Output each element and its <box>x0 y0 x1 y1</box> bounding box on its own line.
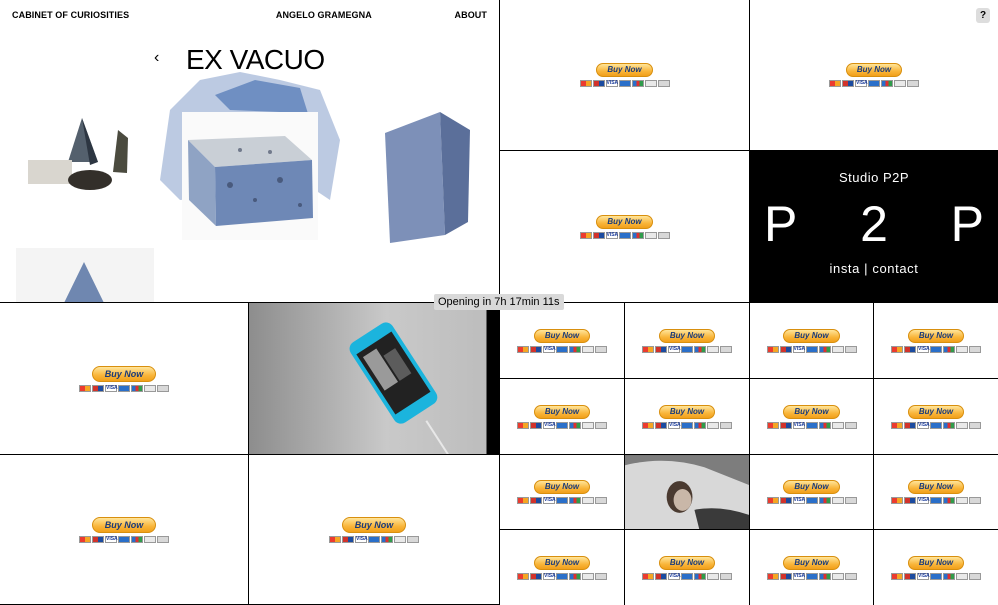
buy-now-button[interactable]: Buy Now <box>766 555 857 580</box>
p2p-logo: P2P <box>764 196 984 252</box>
product-tile: Buy Now <box>500 455 625 530</box>
buy-now-button[interactable]: Buy Now <box>579 63 670 87</box>
payment-cards-icon <box>891 421 981 429</box>
buy-now-button[interactable]: Buy Now <box>642 404 732 429</box>
buy-now-button[interactable]: Buy Now <box>766 328 857 353</box>
portrait-image <box>625 455 749 529</box>
buy-now-button[interactable]: Buy Now <box>642 555 732 580</box>
product-tile: Buy Now <box>750 379 874 455</box>
product-images[interactable] <box>0 0 500 303</box>
product-tile: ? Buy Now <box>750 0 998 151</box>
studio-links[interactable]: insta | contact <box>830 261 919 276</box>
buy-now-button[interactable]: Buy Now <box>79 365 169 392</box>
payment-cards-icon <box>891 572 981 580</box>
buy-now-button[interactable]: Buy Now <box>891 404 981 429</box>
product-tile: Buy Now <box>874 379 998 455</box>
phone-image <box>349 321 450 454</box>
buy-now-button[interactable]: Buy Now <box>891 480 981 504</box>
payment-cards-icon <box>766 345 857 353</box>
payment-cards-icon <box>79 384 169 392</box>
buy-now-button[interactable]: Buy Now <box>517 555 607 580</box>
payment-cards-icon <box>891 497 981 504</box>
help-button[interactable]: ? <box>976 8 990 23</box>
product-tile: Buy Now <box>0 303 249 455</box>
buy-now-button[interactable]: Buy Now <box>517 328 607 353</box>
payment-cards-icon <box>329 535 419 543</box>
product-tile: Buy Now <box>750 303 874 379</box>
buy-now-button[interactable]: Buy Now <box>642 328 732 353</box>
product-tile: Buy Now <box>0 455 249 605</box>
page-grid: CABINET OF CURIOSITIES ANGELO GRAMEGNA A… <box>0 0 998 605</box>
product-tile: Buy Now <box>625 530 750 605</box>
payment-cards-icon <box>517 497 607 504</box>
project-panel-ex-vacuo: CABINET OF CURIOSITIES ANGELO GRAMEGNA A… <box>0 0 500 303</box>
product-tile: Buy Now <box>500 303 625 379</box>
studio-name: Studio P2P <box>838 170 910 185</box>
product-tile: Buy Now <box>625 303 750 379</box>
buy-now-button[interactable]: Buy Now <box>517 404 607 429</box>
payment-cards-icon <box>517 421 607 429</box>
buy-now-button[interactable]: Buy Now <box>517 480 607 504</box>
product-tile: Buy Now <box>500 0 750 151</box>
product-tile: Buy Now <box>500 151 750 303</box>
product-tile: Buy Now <box>500 530 625 605</box>
product-tile: Buy Now <box>249 455 500 605</box>
product-tile: Buy Now <box>750 455 874 530</box>
product-tile: Buy Now <box>874 530 998 605</box>
payment-cards-icon <box>579 80 670 87</box>
buy-now-button[interactable]: Buy Now <box>891 328 981 353</box>
opening-countdown: Opening in 7h 17min 11s <box>434 294 564 310</box>
payment-cards-icon <box>579 231 670 239</box>
payment-cards-icon <box>79 535 169 543</box>
buy-now-button[interactable]: Buy Now <box>891 555 981 580</box>
payment-cards-icon <box>766 421 857 429</box>
portrait-image-tile[interactable] <box>625 455 750 530</box>
buy-now-button[interactable]: Buy Now <box>766 404 857 429</box>
payment-cards-icon <box>766 572 857 580</box>
studio-p2p-panel: Studio P2P P2P insta | contact <box>750 151 998 303</box>
payment-cards-icon <box>642 572 732 580</box>
payment-cards-icon <box>766 497 857 504</box>
payment-cards-icon <box>891 345 981 353</box>
phone-image-tile[interactable] <box>249 303 500 455</box>
product-tile: Buy Now <box>874 455 998 530</box>
payment-cards-icon <box>642 421 732 429</box>
product-tile: Buy Now <box>874 303 998 379</box>
payment-cards-icon <box>829 80 919 87</box>
buy-now-button[interactable]: Buy Now <box>579 214 670 239</box>
product-tile: Buy Now <box>625 379 750 455</box>
product-tile: Buy Now <box>500 379 625 455</box>
buy-now-button[interactable]: Buy Now <box>79 516 169 543</box>
product-tile: Buy Now <box>750 530 874 605</box>
payment-cards-icon <box>642 345 732 353</box>
buy-now-button[interactable]: Buy Now <box>829 63 919 87</box>
buy-now-button[interactable]: Buy Now <box>766 480 857 504</box>
payment-cards-icon <box>517 345 607 353</box>
payment-cards-icon <box>517 572 607 580</box>
buy-now-button[interactable]: Buy Now <box>329 516 419 543</box>
